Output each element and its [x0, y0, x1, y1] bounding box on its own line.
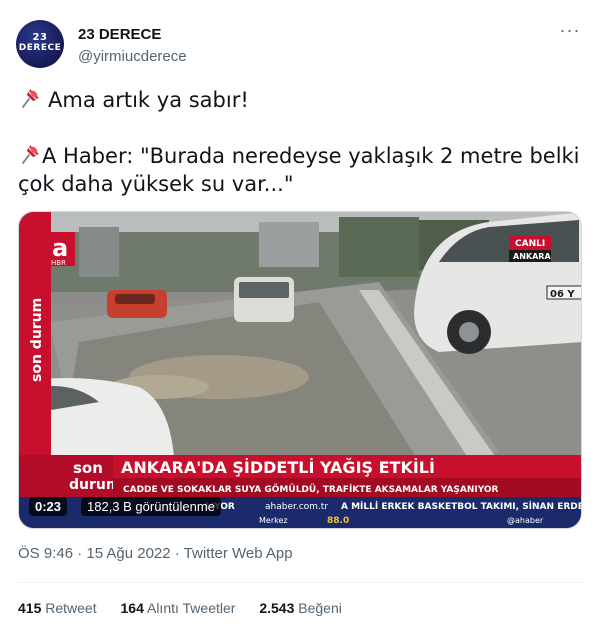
tweet-line-2: A Haber: "Burada neredeyse yaklaşık 2 me… — [18, 142, 584, 170]
channel-logo: a — [52, 234, 68, 262]
tweet-line-1: Ama artık ya sabır! — [18, 86, 584, 114]
side-logo: son durum — [29, 298, 45, 382]
tweet-text: Ama artık ya sabır! A Haber: "Burada ner… — [18, 86, 584, 198]
tweet-header: 23 DERECE 23 DERECE @yirmiucderece ··· — [16, 18, 582, 72]
tweet-line-3: çok daha yüksek su var..." — [18, 172, 294, 196]
avatar-logo: 23 DERECE — [16, 32, 64, 54]
avatar-line2: DERECE — [18, 43, 62, 53]
likes-label: Beğeni — [298, 600, 342, 616]
likes-count: 2.543 — [259, 600, 295, 616]
ticker-logo-line1: son — [73, 459, 103, 477]
video-player[interactable]: 06 Y son durum a HBR CANLI ANKARA son du… — [18, 211, 582, 529]
display-name[interactable]: 23 DERECE — [78, 26, 161, 43]
avatar-line1: 23 — [32, 32, 48, 43]
retweets-label: Retweet — [45, 600, 97, 616]
ticker-sub-label: Merkez — [259, 516, 288, 525]
more-options-icon[interactable]: ··· — [558, 21, 582, 42]
ticker-logo-line2: durum — [69, 477, 120, 493]
quotes-stat[interactable]: 164 Alıntı Tweetler — [121, 600, 236, 616]
ticker-sub-value: 88.0 — [327, 516, 349, 526]
avatar[interactable]: 23 DERECE — [16, 20, 64, 68]
license-plate: 06 Y — [550, 289, 575, 300]
tweet-line-1-text: Ama artık ya sabır! — [48, 88, 249, 112]
pushpin-icon — [18, 86, 42, 110]
likes-stat[interactable]: 2.543 Beğeni — [259, 600, 342, 616]
video-views: 182,3 B görüntülenme — [81, 497, 221, 516]
channel-logo-sub: HBR — [51, 259, 66, 267]
retweets-stat[interactable]: 415 Retweet — [18, 600, 97, 616]
pushpin-icon — [18, 142, 42, 166]
ticker-right: A MİLLİ ERKEK BASKETBOL TAKIMI, SİNAN ER… — [341, 501, 582, 512]
subheadline: CADDE VE SOKAKLAR SUYA GÖMÜLDÜ, TRAFİKTE… — [123, 484, 499, 495]
divider — [18, 582, 584, 583]
headline: ANKARA'DA ŞİDDETLİ YAĞIŞ ETKİLİ — [121, 458, 435, 477]
ticker-handle: @ahaber — [507, 516, 544, 525]
quotes-label: Alıntı Tweetler — [146, 600, 236, 616]
video-duration: 0:23 — [29, 497, 68, 516]
video-frame: 06 Y son durum a HBR CANLI ANKARA son du… — [19, 212, 582, 528]
quotes-count: 164 — [120, 600, 144, 616]
live-label: CANLI — [515, 239, 545, 249]
ticker-site: ahaber.com.tr — [265, 502, 328, 512]
user-handle[interactable]: @yirmiucderece — [78, 48, 187, 65]
tweet-line-2-text: A Haber: "Burada neredeyse yaklaşık 2 me… — [42, 144, 580, 168]
tweet-stats: 415 Retweet 164 Alıntı Tweetler 2.543 Be… — [18, 600, 362, 616]
retweets-count: 415 — [18, 600, 42, 616]
tweet-timestamp[interactable]: ÖS 9:46 · 15 Ağu 2022 · Twitter Web App — [18, 545, 293, 562]
location-label: ANKARA — [513, 252, 551, 261]
